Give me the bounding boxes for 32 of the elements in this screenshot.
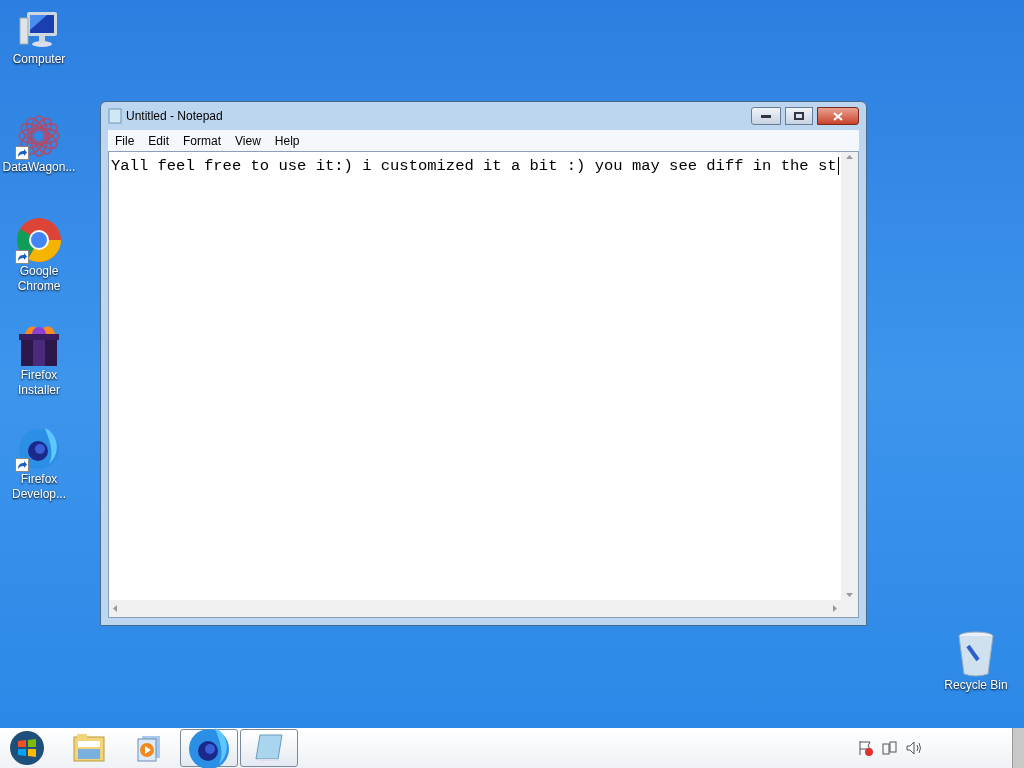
speaker-icon bbox=[906, 740, 922, 756]
scroll-left-icon bbox=[113, 605, 117, 612]
desktop-icon-label[interactable]: Computer bbox=[1, 52, 77, 67]
window-title: Untitled - Notepad bbox=[126, 108, 223, 125]
notepad-icon bbox=[108, 108, 122, 124]
chrome-logo-icon bbox=[15, 216, 63, 264]
taskbar-button[interactable] bbox=[180, 729, 238, 767]
maximize-button[interactable] bbox=[785, 107, 813, 125]
notepad-icon bbox=[252, 733, 286, 763]
scroll-down-icon bbox=[846, 593, 853, 597]
flower-pattern-icon bbox=[15, 112, 63, 160]
recycle-bin-icon bbox=[956, 630, 996, 678]
close-button[interactable] bbox=[817, 107, 859, 125]
desktop-icon-label[interactable]: Recycle Bin bbox=[944, 678, 1008, 693]
media-player-icon bbox=[136, 734, 162, 762]
menu-item[interactable]: File bbox=[109, 131, 141, 150]
folder-icon bbox=[72, 733, 106, 763]
menu-item[interactable]: View bbox=[229, 131, 267, 150]
flag-warning-icon bbox=[858, 740, 874, 756]
windows-orb-icon bbox=[9, 730, 45, 766]
desktop-icon-label[interactable]: DataWagon... bbox=[1, 160, 77, 175]
minimize-button[interactable] bbox=[751, 107, 781, 125]
scroll-right-icon bbox=[833, 605, 837, 612]
close-icon bbox=[833, 111, 843, 121]
document-text: Yall feel free to use it:) i customized it a bit :) you may see diff in the st bbox=[111, 157, 839, 175]
menu-item[interactable]: Edit bbox=[142, 131, 176, 150]
vertical-scrollbar[interactable] bbox=[841, 152, 858, 600]
network-icon bbox=[882, 740, 898, 756]
menu-item[interactable]: Help bbox=[268, 131, 306, 150]
horizontal-scrollbar[interactable] bbox=[109, 600, 841, 617]
scroll-up-icon bbox=[846, 155, 853, 159]
menu-item[interactable]: Format bbox=[177, 131, 228, 150]
